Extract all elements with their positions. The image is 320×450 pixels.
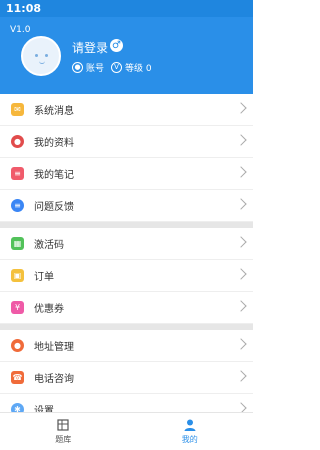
chevron-right-icon bbox=[235, 134, 247, 146]
phone-icon: ☎ bbox=[11, 371, 24, 384]
menu-item-label: 地址管理 bbox=[34, 342, 74, 353]
gender-icon: ♂ bbox=[110, 39, 123, 52]
user-icon: ● bbox=[72, 62, 83, 73]
tab-label: 题库 bbox=[55, 435, 72, 444]
chevron-right-icon bbox=[235, 338, 247, 350]
app-version: V1.0 bbox=[10, 25, 31, 35]
avatar[interactable] bbox=[21, 36, 61, 76]
avatar-eye-left bbox=[35, 54, 38, 57]
menu-list: ✉ 系统消息 ● 我的资料 ≡ 我的笔记 ≡ 问题反馈 ▦ 激活码 ▣ 订单 ¥… bbox=[0, 94, 253, 426]
gift-icon: ▦ bbox=[11, 237, 24, 250]
chevron-right-icon bbox=[235, 198, 247, 210]
chevron-right-icon bbox=[235, 370, 247, 382]
bank-icon bbox=[57, 419, 69, 431]
level-icon: V bbox=[111, 62, 122, 73]
menu-item-orders[interactable]: ▣ 订单 bbox=[0, 260, 253, 292]
account-label: 账号 bbox=[86, 64, 105, 74]
status-bar: 11:08 bbox=[0, 0, 253, 17]
tab-label: 我的 bbox=[181, 435, 198, 444]
menu-item-address[interactable]: ● 地址管理 bbox=[0, 330, 253, 362]
chevron-right-icon bbox=[235, 300, 247, 312]
menu-item-label: 激活码 bbox=[34, 240, 64, 251]
location-icon: ● bbox=[11, 339, 24, 352]
menu-item-label: 系统消息 bbox=[34, 106, 74, 117]
profile-icon: ● bbox=[11, 135, 24, 148]
menu-item-label: 我的资料 bbox=[34, 138, 74, 149]
menu-item-system-messages[interactable]: ✉ 系统消息 bbox=[0, 94, 253, 126]
level-label: 等级 0 bbox=[125, 64, 152, 74]
tab-mine[interactable]: 我的 bbox=[127, 413, 254, 450]
bag-icon: ▣ bbox=[11, 269, 24, 282]
menu-item-label: 订单 bbox=[34, 272, 54, 283]
tab-question-bank[interactable]: 题库 bbox=[0, 413, 127, 450]
menu-item-label: 优惠券 bbox=[34, 304, 64, 315]
account-info: ● 账号 bbox=[72, 61, 104, 74]
person-icon bbox=[184, 419, 196, 431]
level-info: V 等级 0 bbox=[111, 61, 152, 74]
menu-item-label: 问题反馈 bbox=[34, 202, 74, 213]
profile-header: V1.0 请登录 ♂ ● 账号 V 等级 0 bbox=[0, 17, 253, 94]
menu-item-label: 电话咨询 bbox=[34, 374, 74, 385]
menu-item-my-profile[interactable]: ● 我的资料 bbox=[0, 126, 253, 158]
chevron-right-icon bbox=[235, 236, 247, 248]
avatar-mouth bbox=[39, 61, 45, 64]
menu-item-phone[interactable]: ☎ 电话咨询 bbox=[0, 362, 253, 394]
chevron-right-icon bbox=[235, 102, 247, 114]
avatar-eye-right bbox=[45, 54, 48, 57]
menu-item-coupons[interactable]: ¥ 优惠券 bbox=[0, 292, 253, 324]
bottom-tab-bar: 题库 我的 bbox=[0, 412, 253, 450]
chevron-right-icon bbox=[235, 268, 247, 280]
chevron-right-icon bbox=[235, 166, 247, 178]
menu-item-my-notes[interactable]: ≡ 我的笔记 bbox=[0, 158, 253, 190]
login-link[interactable]: 请登录 bbox=[72, 39, 108, 56]
coupon-icon: ¥ bbox=[11, 301, 24, 314]
feedback-icon: ≡ bbox=[11, 199, 24, 212]
note-icon: ≡ bbox=[11, 167, 24, 180]
menu-item-activation-code[interactable]: ▦ 激活码 bbox=[0, 228, 253, 260]
status-time: 11:08 bbox=[6, 2, 42, 15]
menu-item-feedback[interactable]: ≡ 问题反馈 bbox=[0, 190, 253, 222]
mail-icon: ✉ bbox=[11, 103, 24, 116]
menu-item-label: 我的笔记 bbox=[34, 170, 74, 181]
